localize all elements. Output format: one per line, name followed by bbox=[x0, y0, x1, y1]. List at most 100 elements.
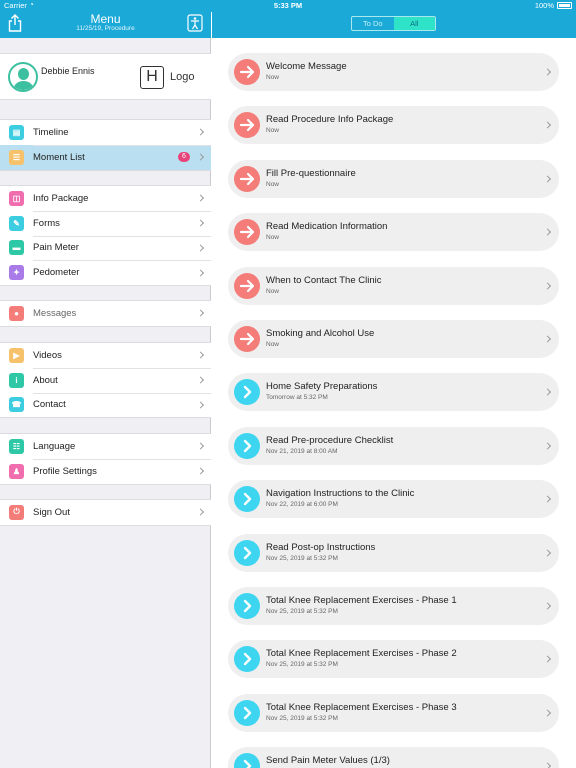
videos-icon: ▶ bbox=[9, 347, 24, 363]
chevron-right-circle-icon bbox=[234, 486, 260, 513]
menu-item-videos[interactable]: ▶ Videos bbox=[0, 343, 211, 368]
status-bar: Carrier ◔ 5:33 PM 100% bbox=[0, 0, 576, 12]
moment-title: Total Knee Replacement Exercises - Phase… bbox=[266, 701, 457, 713]
moment-time: Nov 22, 2019 at 6:00 PM bbox=[266, 501, 338, 509]
moment-time: Now bbox=[266, 341, 280, 348]
menu-title: Menu bbox=[90, 12, 121, 26]
moment-title: Fill Pre-questionnaire bbox=[266, 167, 356, 179]
menu-item-profile-settings[interactable]: ♟ Profile Settings bbox=[0, 458, 211, 484]
chevron-right-icon bbox=[543, 602, 552, 610]
arrow-right-icon bbox=[234, 219, 260, 246]
menu-item-moment-list[interactable]: ☰ Moment List 6 bbox=[0, 144, 211, 170]
chevron-right-circle-icon bbox=[234, 432, 260, 459]
menu-item-label: Profile Settings bbox=[33, 465, 97, 477]
moment-title: Read Post-op Instructions bbox=[266, 541, 376, 553]
menu-item-timeline[interactable]: ▤ Timeline bbox=[0, 120, 211, 145]
arrow-right-icon bbox=[234, 165, 260, 192]
menu-item-label: Videos bbox=[33, 349, 62, 361]
tab-todo[interactable]: To Do bbox=[352, 17, 394, 30]
menu-item-label: Timeline bbox=[33, 126, 69, 138]
moment-item[interactable]: Smoking and Alcohol Use Now bbox=[228, 320, 559, 358]
menu-pane: Menu 11/25/19, Procedure Debbie Ennis H … bbox=[0, 0, 211, 768]
menu-item-label: Sign Out bbox=[33, 506, 70, 518]
chevron-right-icon bbox=[543, 655, 552, 663]
info-package-icon: ◫ bbox=[9, 190, 24, 206]
arrow-right-icon bbox=[234, 272, 260, 299]
moment-item[interactable]: Read Pre-procedure Checklist Nov 21, 2019… bbox=[228, 426, 559, 465]
pain-meter-icon: ▬ bbox=[9, 240, 24, 256]
menu-item-sign-out[interactable]: ⏻ Sign Out bbox=[0, 500, 211, 525]
moment-item[interactable]: Read Post-op Instructions Nov 25, 2019 at… bbox=[228, 533, 559, 572]
arrow-right-icon bbox=[234, 112, 260, 139]
moment-item[interactable]: Welcome Message Now bbox=[228, 53, 559, 91]
battery-percent: 100% bbox=[534, 1, 554, 10]
moment-title: Read Medication Information bbox=[266, 221, 388, 233]
count-badge: 6 bbox=[178, 152, 190, 163]
avatar bbox=[8, 62, 38, 92]
moment-time: Now bbox=[266, 127, 280, 135]
chevron-right-icon bbox=[543, 175, 552, 183]
menu-item-messages[interactable]: ● Messages bbox=[0, 301, 211, 326]
menu-group-main: ▤ Timeline ☰ Moment List 6 bbox=[0, 119, 211, 171]
moment-item[interactable]: Read Procedure Info Package Now bbox=[228, 106, 559, 145]
moment-item[interactable]: Home Safety Preparations Tomorrow at 5:32… bbox=[228, 373, 559, 412]
arrow-right-icon bbox=[234, 59, 260, 85]
profile-card[interactable]: Debbie Ennis H Logo bbox=[0, 53, 211, 100]
menu-item-about[interactable]: i About bbox=[0, 367, 211, 393]
moment-list-icon: ☰ bbox=[9, 149, 24, 165]
moment-title: Read Procedure Info Package bbox=[266, 114, 394, 126]
menu-item-label: About bbox=[33, 374, 58, 386]
menu-item-contact[interactable]: ☎ Contact bbox=[0, 392, 211, 418]
menu-item-label: Forms bbox=[33, 217, 60, 229]
moment-item[interactable]: When to Contact The Clinic Now bbox=[228, 266, 559, 305]
accessibility-icon[interactable] bbox=[187, 14, 203, 32]
moment-item[interactable]: Read Medication Information Now bbox=[228, 213, 559, 252]
moment-time: Now bbox=[266, 74, 280, 81]
menu-subtitle: 11/25/19, Procedure bbox=[76, 25, 135, 32]
moment-item[interactable]: Total Knee Replacement Exercises - Phase… bbox=[228, 587, 559, 625]
logo-text: Logo bbox=[170, 71, 195, 83]
moment-item[interactable]: Navigation Instructions to the Clinic Nov… bbox=[228, 480, 559, 519]
chevron-right-circle-icon bbox=[234, 753, 260, 768]
moment-item[interactable]: Send Pain Meter Values (1/3) bbox=[228, 747, 559, 768]
sign-out-icon: ⏻ bbox=[9, 504, 24, 520]
moment-time: Now bbox=[266, 287, 280, 295]
messages-icon: ● bbox=[9, 305, 24, 321]
chevron-right-icon bbox=[543, 549, 552, 557]
menu-item-label: Info Package bbox=[33, 192, 89, 204]
menu-item-forms[interactable]: ✎ Forms bbox=[0, 210, 211, 236]
chevron-right-icon bbox=[543, 388, 552, 396]
moment-list-pane: To Do All Welcome Message Now Read Procedu… bbox=[212, 0, 576, 768]
menu-group-messages: ● Messages bbox=[0, 300, 211, 327]
menu-group-settings: ☷ Language ♟ Profile Settings bbox=[0, 433, 211, 485]
menu-item-info-package[interactable]: ◫ Info Package bbox=[0, 186, 211, 211]
moment-title: Total Knee Replacement Exercises - Phase… bbox=[266, 648, 457, 660]
chevron-right-icon bbox=[543, 709, 552, 717]
moment-item[interactable]: Fill Pre-questionnaire Now bbox=[228, 159, 559, 198]
menu-item-label: Pedometer bbox=[33, 267, 80, 279]
pedometer-icon: ✦ bbox=[9, 265, 24, 281]
arrow-right-icon bbox=[234, 326, 260, 352]
chevron-right-icon bbox=[543, 495, 552, 503]
tab-all[interactable]: All bbox=[393, 17, 435, 30]
menu-group-media: ▶ Videos i About ☎ Contact bbox=[0, 342, 211, 419]
profile-settings-icon: ♟ bbox=[9, 463, 24, 479]
menu-item-label: Language bbox=[33, 440, 76, 452]
menu-item-label: Contact bbox=[33, 399, 66, 411]
forms-icon: ✎ bbox=[9, 215, 24, 231]
menu-item-pain-meter[interactable]: ▬ Pain Meter bbox=[0, 235, 211, 261]
about-icon: i bbox=[9, 372, 24, 388]
chevron-right-icon bbox=[543, 282, 552, 290]
chevron-right-icon bbox=[543, 442, 552, 450]
menu-item-pedometer[interactable]: ✦ Pedometer bbox=[0, 260, 211, 285]
chevron-right-circle-icon bbox=[234, 699, 260, 726]
logo-icon: H bbox=[140, 66, 164, 89]
user-name: Debbie Ennis bbox=[41, 66, 95, 76]
moment-item[interactable]: Total Knee Replacement Exercises - Phase… bbox=[228, 640, 559, 679]
menu-item-language[interactable]: ☷ Language bbox=[0, 434, 211, 459]
menu-group-signout: ⏻ Sign Out bbox=[0, 499, 211, 526]
moment-title: Navigation Instructions to the Clinic bbox=[266, 488, 415, 500]
moment-item[interactable]: Total Knee Replacement Exercises - Phase… bbox=[228, 693, 559, 732]
battery-icon bbox=[557, 2, 572, 9]
filter-segmented-control: To Do All bbox=[351, 16, 436, 31]
